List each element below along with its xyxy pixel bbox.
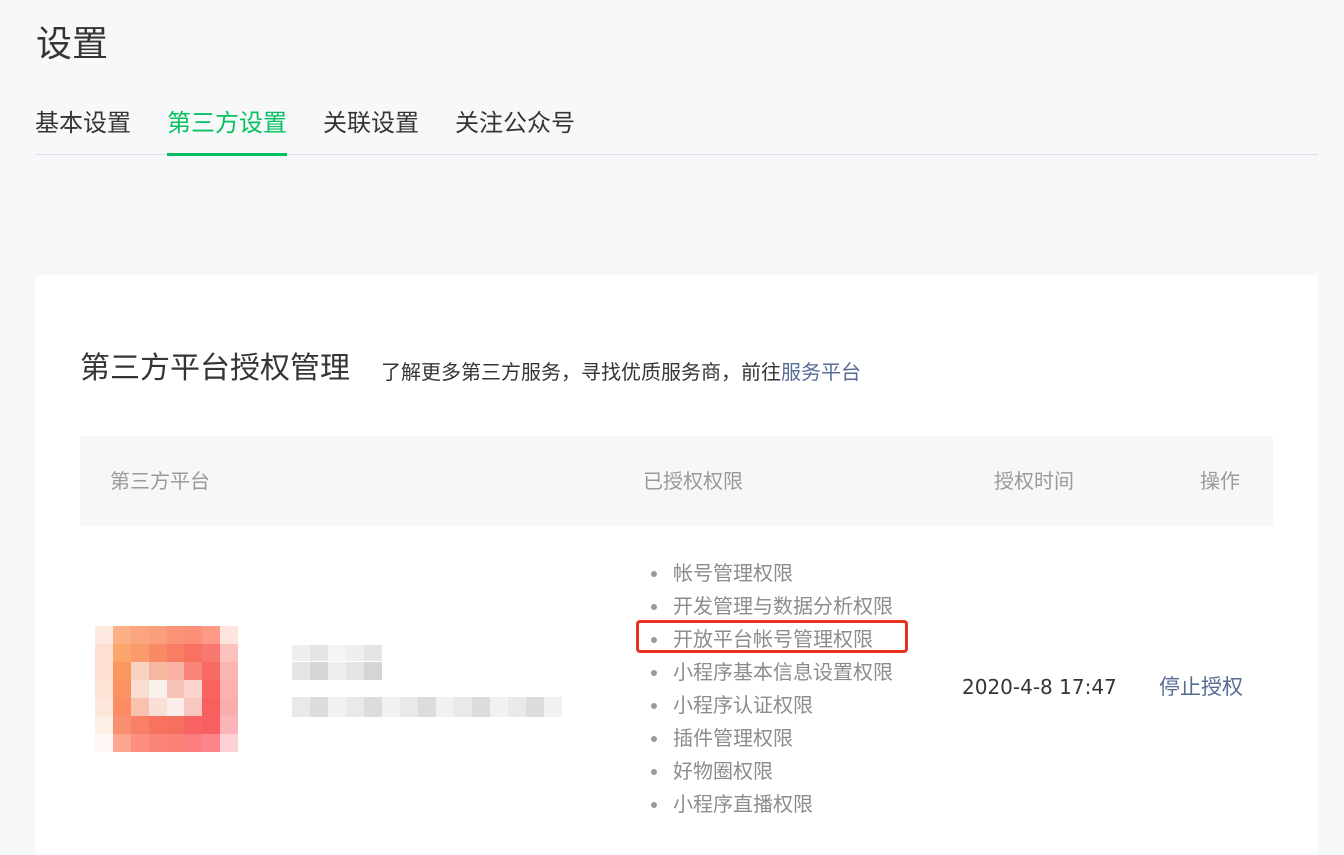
third-party-auth-card: 第三方平台授权管理 了解更多第三方服务，寻找优质服务商，前往服务平台 第三方平台…: [35, 275, 1318, 855]
tab-follow-official-account[interactable]: 关注公众号: [455, 102, 575, 155]
permission-item: 小程序直播权限: [649, 788, 893, 821]
permission-item: 好物圈权限: [649, 755, 893, 788]
auth-time: 2020-4-8 17:47: [962, 675, 1117, 699]
card-title: 第三方平台授权管理: [80, 351, 350, 386]
platform-avatar: [95, 626, 238, 752]
header-operations: 操作: [1200, 469, 1240, 493]
permission-item: 小程序基本信息设置权限: [649, 656, 893, 689]
tab-basic-settings[interactable]: 基本设置: [35, 102, 131, 155]
table-header: 第三方平台 已授权权限 授权时间 操作: [80, 436, 1273, 526]
permission-item: 开发管理与数据分析权限: [649, 590, 893, 623]
platform-description-redacted: [292, 697, 562, 717]
tab-third-party-settings[interactable]: 第三方设置: [167, 102, 287, 156]
permission-list: 帐号管理权限 开发管理与数据分析权限 开放平台帐号管理权限 小程序基本信息设置权…: [649, 557, 893, 821]
header-platform: 第三方平台: [110, 469, 210, 493]
header-permissions: 已授权权限: [643, 469, 743, 493]
permission-item: 开放平台帐号管理权限: [649, 623, 893, 656]
permission-item: 帐号管理权限: [649, 557, 893, 590]
permission-item: 小程序认证权限: [649, 689, 893, 722]
stop-authorization-link[interactable]: 停止授权: [1159, 673, 1243, 701]
service-platform-link[interactable]: 服务平台: [781, 360, 861, 384]
platform-name-redacted: [292, 662, 382, 680]
card-description-text: 了解更多第三方服务，寻找优质服务商，前往: [381, 360, 781, 384]
card-description: 了解更多第三方服务，寻找优质服务商，前往服务平台: [381, 358, 861, 386]
platform-name-redacted: [292, 645, 382, 661]
page-title: 设置: [36, 24, 109, 65]
permission-item: 插件管理权限: [649, 722, 893, 755]
header-auth-time: 授权时间: [994, 469, 1074, 493]
tab-association-settings[interactable]: 关联设置: [323, 102, 419, 155]
settings-tabs: 基本设置 第三方设置 关联设置 关注公众号: [35, 102, 1318, 156]
